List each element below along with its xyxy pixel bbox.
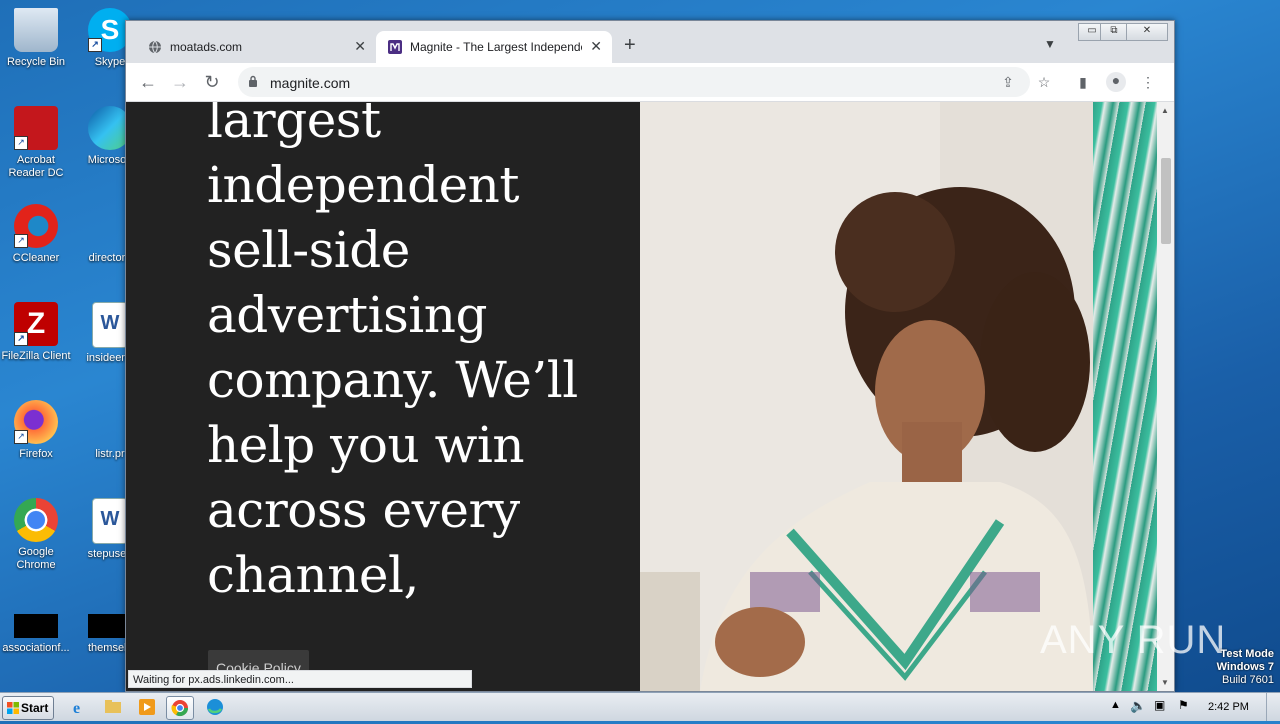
chrome-icon [14, 498, 58, 542]
start-label: Start [21, 701, 49, 715]
desktop-icon-acrobat[interactable]: ↗ Acrobat Reader DC [0, 106, 74, 180]
magnite-logo-icon [388, 40, 402, 54]
volume-icon[interactable]: 🔈 [1130, 698, 1146, 714]
desktop-icon-label: listr.pr [95, 448, 125, 460]
firefox-icon: ↗ [14, 400, 58, 444]
tab-title: Magnite - The Largest Independent [410, 40, 582, 54]
url-input[interactable] [268, 72, 972, 94]
desktop-icon-chrome[interactable]: Google Chrome [0, 498, 74, 572]
share-icon[interactable]: ⇪ [1000, 74, 1016, 90]
taskbar-media-player-icon[interactable] [134, 696, 160, 718]
desktop-icon-label: FileZilla Client [1, 350, 71, 362]
desktop-icon-firefox[interactable]: ↗ Firefox [0, 400, 74, 461]
scrollbar-thumb[interactable] [1161, 158, 1171, 244]
watermark-line: Test Mode [1220, 648, 1274, 660]
taskbar-edge-icon[interactable] [202, 696, 228, 718]
tab-magnite[interactable]: Magnite - The Largest Independent ✕ [376, 31, 612, 63]
desktop-icon-label: associationf... [2, 642, 70, 654]
taskbar-ie-icon[interactable]: e [66, 696, 92, 718]
shortcut-arrow-icon: ↗ [14, 430, 28, 444]
tab-close-icon[interactable]: ✕ [590, 38, 602, 55]
new-tab-button[interactable]: + [624, 34, 636, 57]
scroll-up-icon[interactable]: ▲ [1161, 106, 1169, 115]
watermark-line: Build 7601 [1222, 674, 1274, 686]
tab-moatads[interactable]: moatads.com ✕ [136, 31, 376, 63]
tab-title: moatads.com [170, 40, 243, 54]
shortcut-arrow-icon: ↗ [14, 136, 28, 150]
desktop-icon-recycle-bin[interactable]: Recycle Bin [0, 8, 74, 69]
hero-photo [640, 102, 1093, 691]
system-clock[interactable]: 2:42 PM [1208, 701, 1249, 713]
word-document-icon: W [92, 302, 128, 348]
desktop-icon-label: Firefox [19, 448, 53, 460]
scroll-down-icon[interactable]: ▼ [1161, 678, 1169, 687]
status-bubble: Waiting for px.ads.linkedin.com... [128, 670, 472, 688]
svg-text:e: e [73, 700, 80, 717]
desktop-icon-label: Skype [94, 56, 126, 68]
lock-icon [249, 75, 257, 87]
tab-strip: moatads.com ✕ Magnite - The Largest Inde… [126, 21, 1174, 63]
anyrun-watermark: ANY RUN [1040, 618, 1227, 662]
shortcut-arrow-icon: ↗ [88, 38, 102, 52]
shortcut-arrow-icon: ↗ [14, 332, 28, 346]
desktop-icon-ccleaner[interactable]: ↗ CCleaner [0, 204, 74, 265]
page-viewport: largest independent sell-side advertisin… [126, 102, 1157, 691]
desktop-icon-filezilla[interactable]: Z ↗ FileZilla Client [0, 302, 74, 363]
taskbar: Start e ▲ 🔈 ▣ ⚑ 2:42 PM [0, 692, 1280, 721]
show-desktop-button[interactable] [1266, 693, 1280, 721]
windows-flag-icon [7, 702, 19, 714]
taskbar-explorer-icon[interactable] [100, 696, 126, 718]
back-arrow-icon[interactable]: ← [138, 72, 158, 92]
hero-headline: largest independent sell-side advertisin… [207, 102, 578, 604]
action-center-flag-icon[interactable]: ⚑ [1178, 698, 1189, 712]
desktop-icon-association[interactable]: associationf... [0, 614, 74, 655]
desktop-icon-label: Google Chrome [16, 546, 56, 571]
acrobat-icon: ↗ [14, 106, 58, 150]
word-document-icon: W [92, 498, 128, 544]
watermark-line: Windows 7 [1216, 661, 1274, 673]
page-scrollbar[interactable]: ▲ ▼ [1157, 102, 1174, 691]
profile-avatar-icon[interactable]: ● [1106, 72, 1126, 92]
desktop-icon-label: Recycle Bin [6, 56, 66, 68]
tab-search-chevron-icon[interactable]: ▼ [1044, 37, 1056, 51]
bookmark-star-icon[interactable]: ☆ [1036, 74, 1052, 90]
start-button[interactable]: Start [2, 696, 54, 720]
taskbar-chrome-icon[interactable] [166, 696, 194, 720]
browser-toolbar: ← → ↻ ⇪ ☆ ▮ ● ⋮ [126, 63, 1174, 102]
desktop-icon-label: Acrobat Reader DC [8, 154, 64, 179]
tab-close-icon[interactable]: ✕ [354, 38, 366, 55]
ccleaner-icon: ↗ [14, 204, 58, 248]
decorative-brush-strip [1093, 102, 1157, 691]
side-panel-icon[interactable]: ▮ [1075, 74, 1091, 90]
woman-portrait-image [640, 102, 1093, 691]
close-window-button[interactable]: ✕ [1126, 23, 1168, 41]
black-file-icon [14, 614, 58, 638]
recycle-bin-icon [14, 8, 58, 52]
filezilla-icon: Z ↗ [14, 302, 58, 346]
globe-icon [149, 40, 161, 54]
desktop-icon-label: CCleaner [12, 252, 60, 264]
tray-expand-icon[interactable]: ▲ [1110, 699, 1121, 711]
browser-window: moatads.com ✕ Magnite - The Largest Inde… [125, 20, 1175, 692]
kebab-menu-icon[interactable]: ⋮ [1140, 74, 1156, 90]
forward-arrow-icon[interactable]: → [170, 72, 190, 92]
hero-text-panel: largest independent sell-side advertisin… [126, 102, 640, 691]
address-bar[interactable]: ⇪ [238, 67, 1030, 97]
reload-icon[interactable]: ↻ [202, 72, 222, 92]
network-icon[interactable]: ▣ [1154, 698, 1165, 712]
windows-test-mode-watermark: Test Mode Windows 7 Build 7601 [1214, 648, 1274, 687]
restore-button[interactable]: ⧉ [1100, 23, 1128, 41]
shortcut-arrow-icon: ↗ [14, 234, 28, 248]
